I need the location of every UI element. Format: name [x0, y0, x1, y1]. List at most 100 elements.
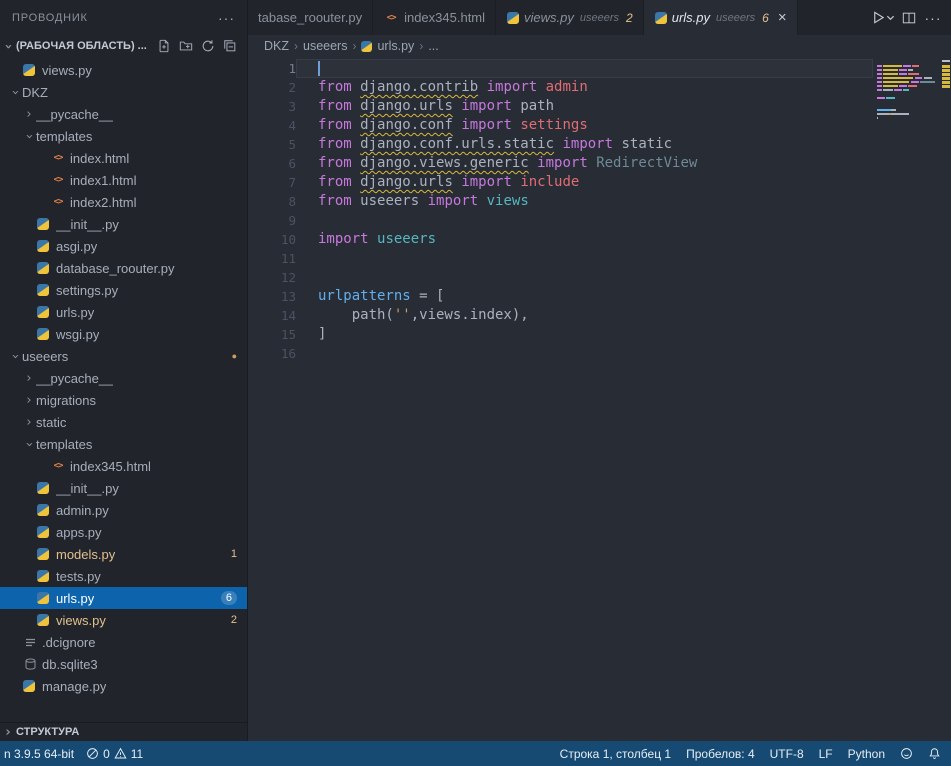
code-line-14[interactable]: 14 path('',views.index), — [248, 306, 951, 325]
code-line-10[interactable]: 10import useeers — [248, 230, 951, 249]
feedback-icon[interactable] — [900, 747, 913, 760]
tree-item-useeers[interactable]: ›useeers● — [0, 345, 247, 367]
tree-item-index345-html[interactable]: <>index345.html — [0, 455, 247, 477]
tree-item-database-roouter-py[interactable]: database_roouter.py — [0, 257, 247, 279]
tree-item-index-html[interactable]: <>index.html — [0, 147, 247, 169]
notifications-bell-icon[interactable] — [928, 747, 941, 760]
code-token: settings — [520, 117, 587, 133]
python-file-icon — [37, 526, 49, 538]
tree-item-init-py[interactable]: __init__.py — [0, 477, 247, 499]
tree-item-index1-html[interactable]: <>index1.html — [0, 169, 247, 191]
python-version-status[interactable]: n 3.9.5 64-bit — [4, 747, 74, 761]
new-folder-icon[interactable] — [176, 37, 195, 56]
tree-item-urls-py[interactable]: urls.py6 — [0, 587, 247, 609]
chevron-right-icon: › — [22, 416, 36, 429]
tree-item-label: urls.py — [56, 305, 94, 320]
breadcrumb-item-urls-py[interactable]: urls.py — [361, 39, 414, 53]
tree-item-label: index.html — [70, 151, 129, 166]
breadcrumb-item-useeers[interactable]: useeers — [303, 39, 347, 53]
encoding-status[interactable]: UTF-8 — [770, 747, 804, 761]
tree-item-asgi-py[interactable]: asgi.py — [0, 235, 247, 257]
code-line-7[interactable]: 7from django.urls import include — [248, 173, 951, 192]
tree-item-index2-html[interactable]: <>index2.html — [0, 191, 247, 213]
outline-section-header[interactable]: › СТРУКТУРА — [0, 722, 247, 741]
tab-urls-py[interactable]: urls.pyuseeers6× — [644, 0, 798, 35]
code-line-3[interactable]: 3from django.urls import path — [248, 97, 951, 116]
line-content — [296, 249, 873, 268]
tree-item-migrations[interactable]: ›migrations — [0, 389, 247, 411]
tree-item-templates[interactable]: ›templates — [0, 125, 247, 147]
indentation-status[interactable]: Пробелов: 4 — [686, 747, 755, 761]
tree-item-dkz[interactable]: ›DKZ — [0, 81, 247, 103]
code-line-6[interactable]: 6from django.views.generic import Redire… — [248, 154, 951, 173]
tree-item-settings-py[interactable]: settings.py — [0, 279, 247, 301]
more-actions-icon[interactable]: ··· — [923, 7, 943, 29]
code-token — [537, 79, 545, 95]
code-editor[interactable]: 12from django.contrib import admin3from … — [248, 57, 951, 741]
minimap-line — [877, 65, 939, 67]
code-line-8[interactable]: 8from useeers import views — [248, 192, 951, 211]
editor-actions: ··· — [863, 0, 951, 35]
tree-item-db-sqlite3[interactable]: db.sqlite3 — [0, 653, 247, 675]
tree-item-pycache[interactable]: ›__pycache__ — [0, 367, 247, 389]
problems-status[interactable]: 0 11 — [86, 747, 143, 761]
language-mode-status[interactable]: Python — [848, 747, 885, 761]
tree-item-tests-py[interactable]: tests.py — [0, 565, 247, 587]
tree-item-urls-py[interactable]: urls.py — [0, 301, 247, 323]
code-line-5[interactable]: 5from django.conf.urls.static import sta… — [248, 135, 951, 154]
tree-item-label: urls.py — [56, 591, 94, 606]
tree-item-views-py[interactable]: views.py — [0, 59, 247, 81]
code-line-13[interactable]: 13urlpatterns = [ — [248, 287, 951, 306]
refresh-icon[interactable] — [198, 37, 217, 56]
tree-item-label: .dcignore — [42, 635, 95, 650]
code-line-1[interactable]: 1 — [248, 59, 951, 78]
code-line-11[interactable]: 11 — [248, 249, 951, 268]
code-token: useeers — [377, 231, 436, 247]
code-line-4[interactable]: 4from django.conf import settings — [248, 116, 951, 135]
breadcrumb-item-dkz[interactable]: DKZ — [264, 39, 289, 53]
code-line-12[interactable]: 12 — [248, 268, 951, 287]
chevron-right-icon: › — [0, 726, 16, 739]
cursor-position-status[interactable]: Строка 1, столбец 1 — [560, 747, 671, 761]
tree-item-views-py[interactable]: views.py2 — [0, 609, 247, 631]
explorer-title: ПРОВОДНИК — [12, 12, 88, 24]
tab-views-py[interactable]: views.pyuseeers2 — [496, 0, 644, 35]
close-icon[interactable]: × — [778, 10, 787, 25]
line-content: ] — [296, 325, 873, 344]
code-line-2[interactable]: 2from django.contrib import admin — [248, 78, 951, 97]
breadcrumb-item-item[interactable]: ... — [428, 39, 438, 53]
run-button[interactable] — [871, 7, 895, 29]
code-line-15[interactable]: 15] — [248, 325, 951, 344]
tree-item-dcignore[interactable]: .dcignore — [0, 631, 247, 653]
chevron-down-icon: › — [9, 349, 22, 363]
tree-item-init-py[interactable]: __init__.py — [0, 213, 247, 235]
collapse-all-icon[interactable] — [220, 37, 239, 56]
code-token: ,views.index), — [411, 307, 529, 323]
tree-item-models-py[interactable]: models.py1 — [0, 543, 247, 565]
breadcrumb-separator-icon: › — [419, 39, 423, 53]
tab-tabase-roouter-py[interactable]: tabase_roouter.py — [248, 0, 373, 35]
minimap[interactable] — [877, 61, 939, 125]
code-line-9[interactable]: 9 — [248, 211, 951, 230]
breadcrumb-label: DKZ — [264, 39, 289, 53]
new-file-icon[interactable] — [154, 37, 173, 56]
breadcrumb-separator-icon: › — [294, 39, 298, 53]
eol-status[interactable]: LF — [819, 747, 833, 761]
line-number: 2 — [248, 78, 296, 97]
code-line-16[interactable]: 16 — [248, 344, 951, 363]
tree-item-static[interactable]: ›static — [0, 411, 247, 433]
explorer-more-icon[interactable]: ··· — [218, 10, 235, 26]
code-token: from — [318, 117, 352, 133]
tree-item-admin-py[interactable]: admin.py — [0, 499, 247, 521]
tree-item-pycache[interactable]: ›__pycache__ — [0, 103, 247, 125]
tab-index345-html[interactable]: <>index345.html — [373, 0, 496, 35]
code-token — [352, 155, 360, 171]
tree-item-apps-py[interactable]: apps.py — [0, 521, 247, 543]
minimap-line — [877, 113, 939, 115]
split-editor-button[interactable] — [899, 7, 919, 29]
tree-item-templates[interactable]: ›templates — [0, 433, 247, 455]
tree-item-wsgi-py[interactable]: wsgi.py — [0, 323, 247, 345]
workspace-section-header[interactable]: › (РАБОЧАЯ ОБЛАСТЬ) ... — [0, 35, 247, 57]
breadcrumb-label: useeers — [303, 39, 347, 53]
tree-item-manage-py[interactable]: manage.py — [0, 675, 247, 697]
